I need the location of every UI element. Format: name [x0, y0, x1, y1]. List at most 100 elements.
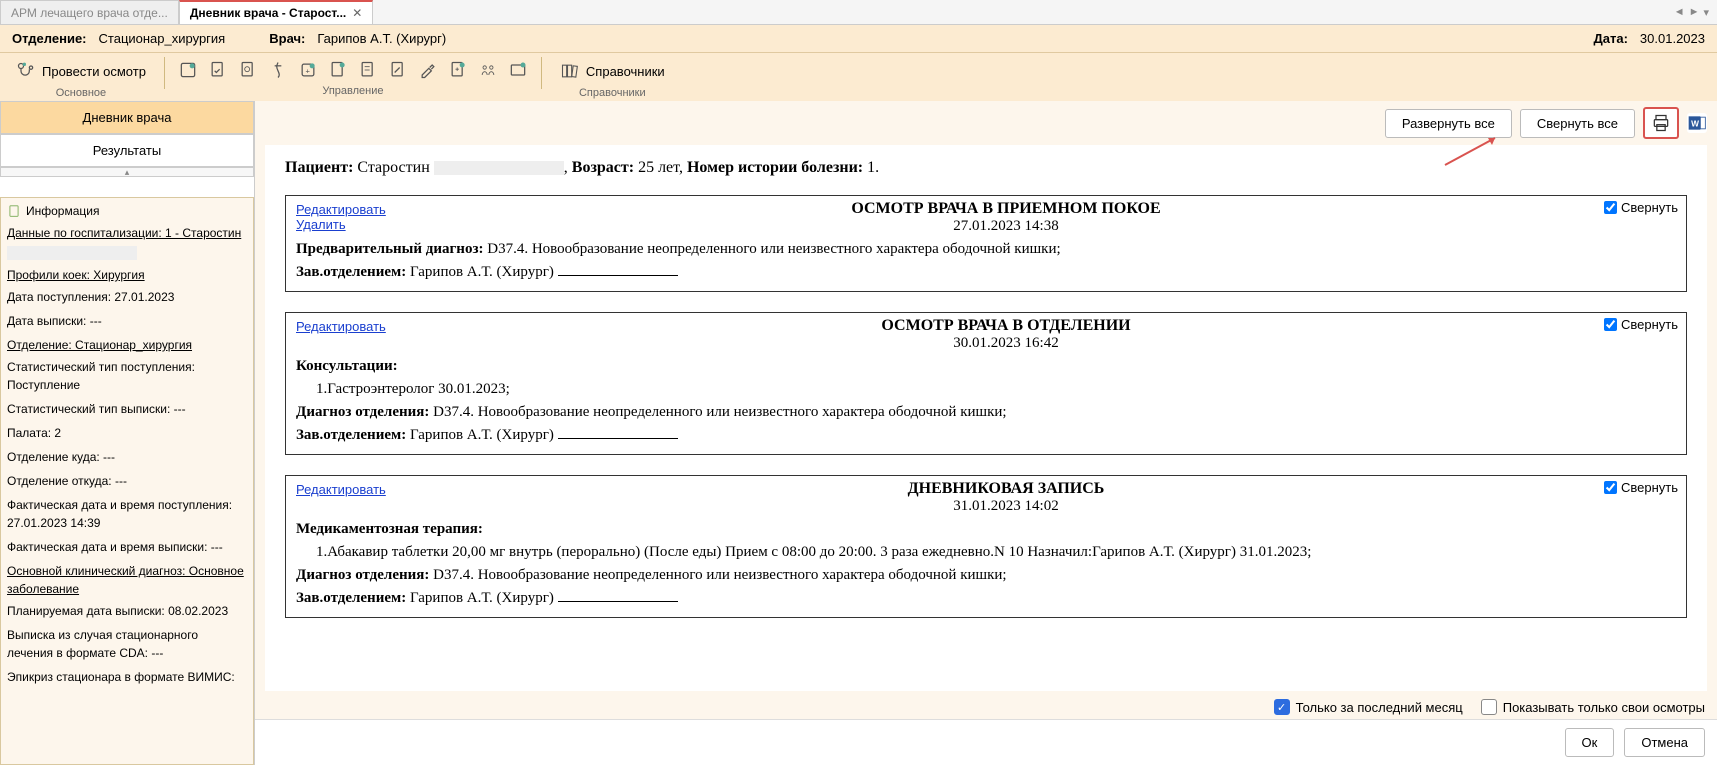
tab-arm[interactable]: АРМ лечащего врача отде... — [0, 0, 179, 24]
tool-9[interactable] — [415, 57, 441, 83]
stethoscope-icon — [16, 61, 36, 81]
ward: Палата: 2 — [7, 424, 247, 442]
tool-2[interactable] — [205, 57, 231, 83]
patient-line: Пациент: Старостин , Возраст: 25 лет, Но… — [285, 159, 1687, 177]
last-month-checkbox[interactable]: ✓ Только за последний месяц — [1274, 699, 1463, 715]
record-title: ОСМОТР ВРАЧА В ПРИЕМНОМ ПОКОЕ — [436, 200, 1576, 218]
date-value: 30.01.2023 — [1640, 31, 1705, 46]
vimis: Эпикриз стационара в формате ВИМИС: — [7, 668, 247, 686]
date-label: Дата: — [1594, 31, 1628, 46]
checkbox-checked-icon: ✓ — [1274, 699, 1290, 715]
cancel-button[interactable]: Отмена — [1624, 728, 1705, 757]
edit-link[interactable]: Редактировать — [296, 482, 436, 497]
checkbox-unchecked-icon — [1481, 699, 1497, 715]
record-datetime: 27.01.2023 14:38 — [436, 218, 1576, 235]
record-row: Зав.отделением: Гарипов А.Т. (Хирург) — [296, 264, 1676, 281]
own-exams-checkbox[interactable]: Показывать только свои осмотры — [1481, 699, 1705, 715]
tabs-row: АРМ лечащего врача отде... Дневник врача… — [0, 0, 1717, 25]
back-icon[interactable]: ◄ — [1674, 6, 1685, 18]
toolbar: Провести осмотр Основное + Управление Сп — [0, 53, 1717, 101]
sidetab-results[interactable]: Результаты — [0, 134, 254, 167]
record-row: Диагноз отделения: D37.4. Новообразовани… — [296, 404, 1676, 421]
tool-7[interactable] — [355, 57, 381, 83]
cda: Выписка из случая стационарного лечения … — [7, 626, 247, 662]
svg-text:+: + — [305, 66, 310, 75]
clipboard-icon — [7, 204, 21, 218]
group-ref-label: Справочники — [579, 87, 646, 99]
stat-out: Статистический тип выписки: --- — [7, 400, 247, 418]
record-title: ОСМОТР ВРАЧА В ОТДЕЛЕНИИ — [436, 317, 1576, 335]
edit-link[interactable]: Редактировать — [296, 319, 436, 334]
tool-10[interactable] — [445, 57, 471, 83]
printer-icon — [1651, 113, 1671, 133]
planned: Планируемая дата выписки: 08.02.2023 — [7, 602, 247, 620]
record-datetime: 31.01.2023 14:02 — [436, 498, 1576, 515]
edit-link[interactable]: Редактировать — [296, 202, 436, 217]
menu-icon[interactable]: ▾ — [1703, 6, 1709, 19]
tab-diary[interactable]: Дневник врача - Старост...✕ — [179, 0, 373, 24]
dept-from: Отделение откуда: --- — [7, 472, 247, 490]
discharge-date: Дата выписки: --- — [7, 312, 247, 330]
collapse-up-icon[interactable]: ▴ — [0, 167, 254, 177]
content-topbar: Развернуть все Свернуть все W — [255, 101, 1717, 145]
tool-4[interactable] — [265, 57, 291, 83]
record-row: Диагноз отделения: D37.4. Новообразовани… — [296, 567, 1676, 584]
delete-link[interactable]: Удалить — [296, 217, 436, 232]
books-icon — [560, 61, 580, 81]
fact-out: Фактическая дата и время выписки: --- — [7, 538, 247, 556]
record: Свернуть Редактировать ОСМОТР ВРАЧА В ОТ… — [285, 312, 1687, 455]
collapse-checkbox[interactable]: Свернуть — [1604, 317, 1678, 332]
sidebar: Дневник врача Результаты ▴ Информация Да… — [0, 101, 255, 765]
record: Свернуть Редактировать ДНЕВНИКОВАЯ ЗАПИС… — [285, 475, 1687, 618]
record-title: ДНЕВНИКОВАЯ ЗАПИСЬ — [436, 480, 1576, 498]
print-button[interactable] — [1643, 107, 1679, 139]
info-panel: Информация Данные по госпитализации: 1 -… — [0, 197, 254, 765]
doctor-label: Врач: — [269, 31, 305, 46]
header-bar: Отделение: Стационар_хирургия Врач: Гари… — [0, 25, 1717, 53]
fwd-icon[interactable]: ► — [1689, 6, 1700, 18]
dept-to: Отделение куда: --- — [7, 448, 247, 466]
fact-in: Фактическая дата и время поступления: 27… — [7, 496, 247, 532]
tool-12[interactable] — [505, 57, 531, 83]
record-row: Медикаментозная терапия: — [296, 521, 1676, 538]
options-bar: ✓ Только за последний месяц Показывать т… — [255, 695, 1717, 719]
word-icon: W — [1687, 113, 1707, 133]
record-row: Зав.отделением: Гарипов А.Т. (Хирург) — [296, 590, 1676, 607]
tool-6[interactable] — [325, 57, 351, 83]
sidetab-diary[interactable]: Дневник врача — [0, 101, 254, 134]
collapse-all-button[interactable]: Свернуть все — [1520, 109, 1635, 138]
record-row: Консультации: — [296, 358, 1676, 375]
doctor-value: Гарипов А.Т. (Хирург) — [317, 31, 446, 46]
content: Развернуть все Свернуть все W Пациент: С… — [255, 101, 1717, 765]
collapse-checkbox[interactable]: Свернуть — [1604, 200, 1678, 215]
tool-8[interactable] — [385, 57, 411, 83]
admit-date: Дата поступления: 27.01.2023 — [7, 288, 247, 306]
actions-bar: Ок Отмена — [255, 719, 1717, 765]
group-main-label: Основное — [56, 87, 106, 99]
stat-in: Статистический тип поступления: Поступле… — [7, 358, 247, 394]
record-row: Предварительный диагноз: D37.4. Новообра… — [296, 241, 1676, 258]
svg-text:W: W — [1691, 118, 1699, 128]
profile-link[interactable]: Профили коек: Хирургия — [7, 266, 247, 284]
record-datetime: 30.01.2023 16:42 — [436, 335, 1576, 352]
word-button[interactable]: W — [1687, 113, 1707, 133]
tool-3[interactable] — [235, 57, 261, 83]
reference-button[interactable]: Справочники — [552, 57, 673, 85]
window-controls: ◄ ► ▾ — [1674, 0, 1717, 24]
tool-11[interactable] — [475, 57, 501, 83]
dept-value: Стационар_хирургия — [99, 31, 226, 46]
ok-button[interactable]: Ок — [1565, 728, 1615, 757]
exam-button[interactable]: Провести осмотр — [8, 57, 154, 85]
expand-all-button[interactable]: Развернуть все — [1385, 109, 1512, 138]
collapse-checkbox[interactable]: Свернуть — [1604, 480, 1678, 495]
group-manage-label: Управление — [322, 85, 383, 97]
dept-link[interactable]: Отделение: Стационар_хирургия — [7, 336, 247, 354]
close-icon[interactable]: ✕ — [352, 6, 362, 20]
hosp-link[interactable]: Данные по госпитализации: 1 - Старостин — [7, 224, 247, 242]
record: Свернуть РедактироватьУдалить ОСМОТР ВРА… — [285, 195, 1687, 292]
tool-5[interactable]: + — [295, 57, 321, 83]
tool-1[interactable] — [175, 57, 201, 83]
record-row: Зав.отделением: Гарипов А.Т. (Хирург) — [296, 427, 1676, 444]
dept-label: Отделение: — [12, 31, 87, 46]
main-diag-link[interactable]: Основной клинический диагноз: Основное з… — [7, 562, 247, 598]
